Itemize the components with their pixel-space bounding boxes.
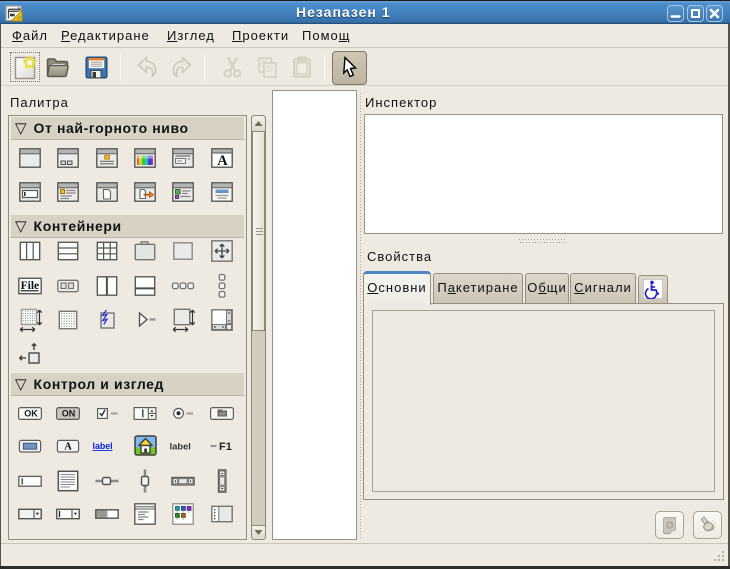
svg-text:label: label xyxy=(170,441,191,451)
svg-text:label: label xyxy=(93,441,113,451)
svg-text:A: A xyxy=(217,153,228,169)
svg-text:ON: ON xyxy=(62,409,76,419)
svg-text:OK: OK xyxy=(24,409,38,419)
svg-text:D: D xyxy=(666,520,674,532)
svg-text:A: A xyxy=(64,441,72,452)
svg-text:F1: F1 xyxy=(219,441,232,453)
